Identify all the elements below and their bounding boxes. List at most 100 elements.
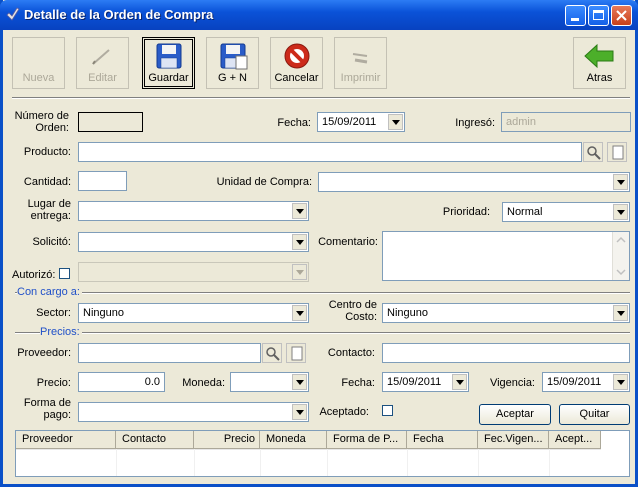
column-divider (407, 449, 408, 476)
search-icon (266, 347, 280, 361)
column-header-contacto[interactable]: Contacto (116, 431, 194, 448)
vigencia-picker[interactable]: 15/09/2011 (542, 372, 630, 392)
document-icon (291, 346, 303, 361)
chevron-down-icon[interactable] (292, 234, 307, 250)
search-icon (587, 146, 601, 160)
cancel-icon (284, 43, 310, 69)
column-header-fecha[interactable]: Fecha (407, 431, 478, 448)
solicito-select[interactable] (78, 232, 309, 252)
sector-select[interactable]: Ninguno (78, 303, 309, 323)
close-icon (616, 10, 627, 21)
producto-search-button[interactable] (583, 142, 603, 162)
comentario-scrollbar[interactable] (612, 232, 629, 280)
back-arrow-icon (584, 43, 614, 69)
precio-fecha-label: Fecha: (341, 377, 375, 389)
aceptar-button[interactable]: Aceptar (479, 404, 551, 425)
app-icon (6, 7, 20, 21)
autorizo-checkbox[interactable] (59, 268, 70, 279)
imprimir-button[interactable]: Imprimir (334, 37, 387, 89)
guardar-button[interactable]: Guardar (142, 37, 195, 89)
comentario-textarea[interactable] (382, 231, 630, 281)
document-icon (612, 145, 624, 160)
column-divider (260, 449, 261, 476)
scroll-up-icon[interactable] (616, 236, 626, 243)
chevron-down-icon[interactable] (613, 374, 628, 390)
nueva-button[interactable]: Nueva (12, 37, 65, 89)
proveedor-input[interactable] (78, 343, 261, 363)
minimize-button[interactable] (565, 5, 586, 26)
column-divider (194, 449, 195, 476)
centro-costo-select[interactable]: Ninguno (382, 303, 630, 323)
pencil-icon (92, 49, 110, 65)
precio-label: Precio: (36, 377, 71, 389)
aceptado-label: Aceptado: (319, 406, 369, 418)
precios-divider (15, 332, 630, 334)
table-row[interactable] (16, 449, 601, 450)
unidad-compra-select[interactable] (318, 172, 630, 192)
floppy-disk-new-icon (220, 43, 248, 70)
moneda-label: Moneda: (182, 377, 225, 389)
window: Detalle de la Orden de Compra Nueva Edit… (0, 0, 638, 487)
atras-button[interactable]: Atras (573, 37, 626, 89)
chevron-down-icon[interactable] (292, 264, 307, 280)
column-header-fec-vigencia[interactable]: Fec.Vigen... (478, 431, 549, 448)
contacto-label: Contacto: (327, 347, 375, 359)
floppy-disk-icon (156, 43, 182, 69)
cantidad-input[interactable] (78, 171, 127, 191)
quitar-button[interactable]: Quitar (559, 404, 630, 425)
column-header-aceptado[interactable]: Acept... (549, 431, 601, 448)
producto-new-button[interactable] (607, 142, 627, 162)
close-button[interactable] (611, 5, 632, 26)
column-header-forma-pago[interactable]: Forma de P... (327, 431, 407, 448)
maximize-button[interactable] (588, 5, 609, 26)
column-divider (327, 449, 328, 476)
numero-orden-label: Número de Orden: (14, 110, 69, 134)
editar-button[interactable]: Editar (76, 37, 129, 89)
chevron-down-icon[interactable] (613, 305, 628, 321)
prioridad-select[interactable]: Normal (502, 202, 630, 222)
ingreso-field: admin (501, 112, 631, 132)
column-divider (549, 449, 550, 476)
centro-costo-label: Centro de Costo: (328, 299, 377, 323)
column-header-proveedor[interactable]: Proveedor (16, 431, 116, 448)
chevron-down-icon[interactable] (292, 203, 307, 219)
cargo-section-title: Con cargo a: (17, 286, 82, 298)
numero-orden-field (78, 112, 143, 132)
chevron-down-icon[interactable] (388, 114, 403, 130)
moneda-select[interactable] (230, 372, 309, 392)
comentario-label: Comentario: (318, 236, 378, 248)
forma-pago-select[interactable] (78, 402, 309, 422)
title-bar[interactable]: Detalle de la Orden de Compra (0, 0, 638, 30)
unidad-compra-label: Unidad de Compra: (216, 176, 312, 188)
guardar-nuevo-button[interactable]: G + N (206, 37, 259, 89)
autorizo-select[interactable] (78, 262, 309, 282)
precio-input[interactable]: 0.0 (78, 372, 165, 392)
column-header-moneda[interactable]: Moneda (260, 431, 327, 448)
chevron-down-icon[interactable] (613, 174, 628, 190)
producto-input[interactable] (78, 142, 582, 162)
printer-icon (352, 53, 368, 64)
precio-fecha-picker[interactable]: 15/09/2011 (382, 372, 469, 392)
chevron-down-icon[interactable] (613, 204, 628, 220)
solicito-label: Solicitó: (32, 236, 71, 248)
lugar-entrega-select[interactable] (78, 201, 309, 221)
minimize-icon (571, 18, 579, 21)
column-header-precio[interactable]: Precio (194, 431, 260, 448)
forma-pago-label: Forma de pago: (23, 397, 71, 421)
proveedor-search-button[interactable] (262, 343, 282, 363)
fecha-picker[interactable]: 15/09/2011 (317, 112, 405, 132)
precios-table[interactable]: Proveedor Contacto Precio Moneda Forma d… (15, 430, 630, 477)
cantidad-label: Cantidad: (23, 176, 71, 188)
column-divider (478, 449, 479, 476)
contacto-input[interactable] (382, 343, 630, 363)
window-title: Detalle de la Orden de Compra (24, 7, 214, 22)
sector-label: Sector: (36, 307, 71, 319)
chevron-down-icon[interactable] (452, 374, 467, 390)
producto-label: Producto: (23, 146, 71, 158)
aceptado-checkbox[interactable] (382, 405, 393, 416)
scroll-down-icon[interactable] (616, 269, 626, 276)
cancelar-button[interactable]: Cancelar (270, 37, 323, 89)
prioridad-label: Prioridad: (442, 206, 490, 218)
precios-section-title: Precios: (40, 326, 82, 338)
ingreso-label: Ingresó: (455, 117, 495, 129)
